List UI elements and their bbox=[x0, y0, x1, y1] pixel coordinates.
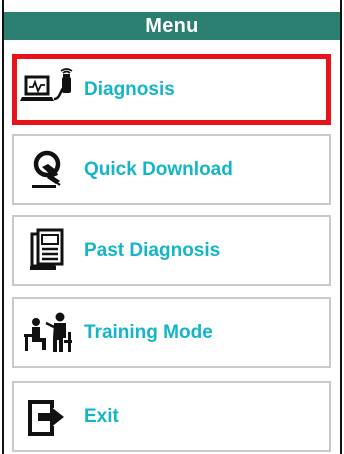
past-diagnosis-document-icon bbox=[20, 228, 80, 274]
menu-item-label: Past Diagnosis bbox=[84, 239, 221, 261]
menu-item-past-diagnosis[interactable]: Past Diagnosis bbox=[12, 215, 331, 286]
menu-item-exit[interactable]: Exit bbox=[12, 381, 331, 452]
menu-item-label: Training Mode bbox=[84, 321, 213, 343]
training-mode-icon bbox=[20, 310, 80, 356]
menu-item-label: Quick Download bbox=[84, 158, 233, 180]
menu-list: Diagnosis Quick Download Past Diagnosis … bbox=[0, 0, 344, 454]
menu-window: Menu Diagnosis Quick Download Past Diagn… bbox=[0, 0, 344, 454]
quick-download-icon bbox=[20, 147, 80, 193]
exit-icon bbox=[20, 394, 80, 440]
menu-item-training-mode[interactable]: Training Mode bbox=[12, 297, 331, 368]
menu-item-quick-download[interactable]: Quick Download bbox=[12, 134, 331, 205]
menu-item-label: Exit bbox=[84, 405, 119, 427]
diagnosis-laptop-icon bbox=[20, 67, 80, 113]
menu-item-label: Diagnosis bbox=[84, 78, 175, 100]
menu-item-diagnosis[interactable]: Diagnosis bbox=[12, 54, 331, 125]
